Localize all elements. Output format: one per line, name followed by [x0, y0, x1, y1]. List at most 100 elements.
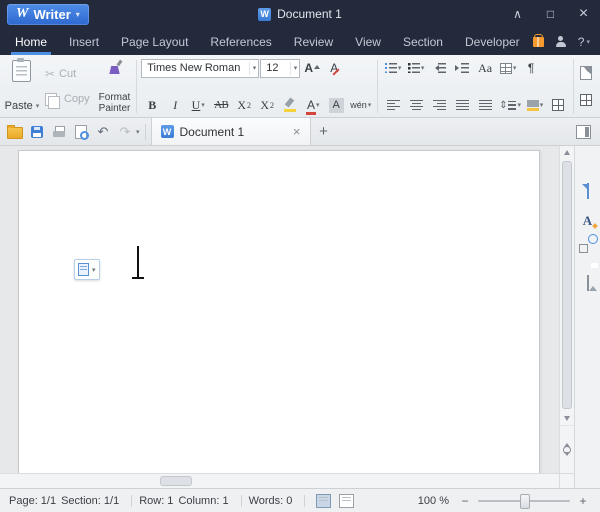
section-indicator[interactable]: Section: 1/1 [61, 495, 119, 507]
paste-button[interactable]: Paste ▾ [4, 57, 40, 116]
print-preview-button[interactable] [71, 121, 91, 143]
redo-button[interactable]: ↷ [115, 121, 135, 143]
writer-app-button[interactable]: W Writer ▾ [7, 3, 89, 25]
change-case-button[interactable]: Aa [474, 58, 496, 78]
italic-button[interactable]: I [164, 95, 186, 115]
ribbon-tab-review[interactable]: Review [283, 28, 344, 55]
chevron-down-icon: ▾ [586, 38, 590, 46]
horizontal-scrollbar[interactable] [0, 473, 559, 488]
bold-button[interactable]: B [141, 95, 163, 115]
tab-bar-right [576, 124, 596, 139]
document-tab[interactable]: W Document 1 × [150, 118, 311, 145]
format-painter-button[interactable]: Format Painter [95, 57, 135, 116]
font-family-combobox[interactable]: Times New Roman ▾ [141, 58, 260, 78]
sidebar-image-button[interactable] [586, 275, 589, 291]
distribute-button[interactable] [474, 95, 496, 115]
next-page-button[interactable] [564, 452, 570, 474]
copy-button[interactable]: Copy [41, 92, 94, 109]
scroll-down-button[interactable] [560, 411, 574, 425]
ribbon-tab-developer[interactable]: Developer [454, 28, 531, 55]
zoom-level-label[interactable]: 100 % [418, 495, 449, 507]
undo-history-caret[interactable]: ▾ [136, 128, 140, 136]
open-button[interactable] [5, 121, 25, 143]
bullets-button[interactable]: ▾ [382, 58, 404, 78]
ribbon-tab-view[interactable]: View [344, 28, 392, 55]
premium-gift-icon[interactable] [532, 33, 544, 47]
superscript-button[interactable]: X2 [233, 95, 255, 115]
zoom-out-button[interactable]: − [457, 493, 473, 509]
page-corner-arrow-icon [580, 66, 592, 80]
character-shading-button[interactable]: A [325, 95, 347, 115]
align-center-button[interactable] [405, 95, 427, 115]
vertical-scrollbar-thumb[interactable] [562, 161, 572, 409]
document-canvas[interactable]: ▾ [0, 146, 559, 473]
chevron-down-icon: ▾ [367, 102, 372, 109]
ribbon-tab-home[interactable]: Home [4, 28, 58, 55]
account-user-icon[interactable] [555, 36, 567, 47]
superscript-exp: 2 [247, 100, 252, 110]
borders-button[interactable] [547, 95, 569, 115]
shading-color-button[interactable]: ▾ [524, 95, 546, 115]
task-pane-button[interactable] [576, 63, 596, 83]
page-indicator[interactable]: Page: 1/1 [9, 495, 56, 507]
justify-button[interactable] [451, 95, 473, 115]
separator [304, 494, 306, 507]
sidebar-toggle-icon[interactable] [576, 124, 591, 139]
print-button[interactable] [49, 121, 69, 143]
zoom-slider-handle[interactable] [520, 493, 530, 509]
undo-button[interactable]: ↶ [93, 121, 113, 143]
font-size-combobox[interactable]: 12 ▾ [260, 58, 301, 78]
borders-grid-icon [552, 99, 564, 111]
paste-options-button[interactable]: ▾ [74, 259, 100, 280]
close-button[interactable]: × [567, 0, 600, 28]
increase-indent-button[interactable] [451, 58, 473, 78]
chevron-down-icon: ▾ [201, 102, 205, 109]
clear-formatting-button[interactable]: A [324, 58, 346, 78]
cut-button[interactable]: ✂ Cut [41, 66, 94, 82]
ribbon-tab-page-layout[interactable]: Page Layout [110, 28, 199, 55]
web-layout-view-button[interactable] [339, 493, 355, 508]
row-indicator[interactable]: Row: 1 [139, 495, 173, 507]
align-right-button[interactable] [428, 95, 450, 115]
sidebar-styles-button[interactable]: A [583, 214, 592, 228]
maximize-button[interactable]: □ [534, 0, 567, 28]
folder-icon [7, 124, 23, 139]
font-size-value: 12 [266, 62, 279, 74]
save-button[interactable] [27, 121, 47, 143]
ribbon-tab-references[interactable]: References [199, 28, 282, 55]
font-color-button[interactable]: A ▾ [302, 95, 324, 115]
chevron-down-icon: ▾ [289, 61, 297, 75]
close-tab-icon[interactable]: × [269, 124, 301, 139]
decrease-indent-button[interactable] [428, 58, 450, 78]
numbering-button[interactable]: ▾ [405, 58, 427, 78]
minimize-button[interactable]: ∧ [501, 0, 534, 28]
right-sidebar: A [574, 146, 600, 488]
show-formatting-marks-button[interactable]: ¶ [520, 58, 542, 78]
zoom-in-button[interactable]: + [575, 493, 591, 509]
titlebar-document-title: W Document 1 [120, 0, 480, 28]
ribbon-tab-section[interactable]: Section [392, 28, 454, 55]
line-spacing-button[interactable]: ⇕ ▾ [497, 95, 523, 115]
vertical-scrollbar[interactable] [559, 146, 574, 474]
align-left-button[interactable] [382, 95, 404, 115]
word-count[interactable]: Words: 0 [249, 495, 293, 507]
horizontal-scrollbar-thumb[interactable] [160, 476, 192, 486]
strikethrough-button[interactable]: AB [210, 95, 232, 115]
subscript-button[interactable]: X2 [256, 95, 278, 115]
insert-table-button[interactable]: ▾ [497, 58, 519, 78]
highlight-color-button[interactable] [279, 95, 301, 115]
help-button[interactable]: ? ▾ [578, 35, 590, 49]
new-tab-button[interactable]: + [311, 118, 337, 145]
ribbon-layout-button[interactable] [576, 90, 596, 110]
increase-font-size-button[interactable]: A [301, 58, 323, 78]
previous-page-button[interactable] [564, 425, 570, 447]
scroll-up-button[interactable] [560, 146, 574, 160]
print-layout-view-button[interactable] [316, 493, 332, 508]
sidebar-document-button[interactable] [586, 183, 589, 199]
column-indicator[interactable]: Column: 1 [178, 495, 228, 507]
phonetic-guide-button[interactable]: wén ▾ [348, 95, 373, 115]
document-page[interactable]: ▾ [18, 150, 540, 473]
underline-button[interactable]: U ▾ [187, 95, 209, 115]
zoom-slider[interactable] [478, 493, 570, 509]
ribbon-tab-insert[interactable]: Insert [58, 28, 110, 55]
